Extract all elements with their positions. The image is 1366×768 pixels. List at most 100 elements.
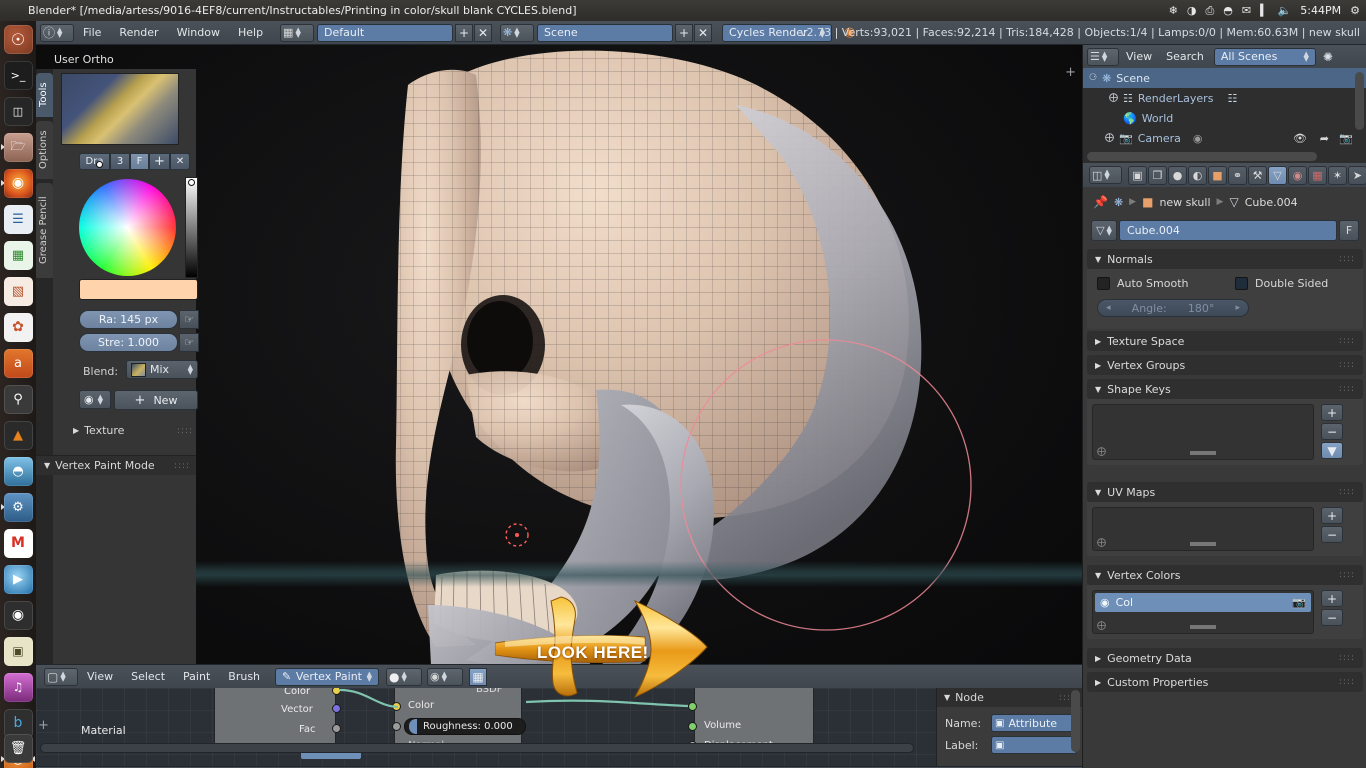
launcher-item-libreoffice-calc[interactable]: ▦ — [0, 237, 36, 273]
node-panel-header[interactable]: ▼ Node :::: — [937, 688, 1082, 707]
scene-type-icon[interactable]: ❋ ▲ ▼ — [500, 23, 535, 42]
list-resize-grip[interactable] — [1190, 542, 1216, 546]
list-resize-grip[interactable] — [1190, 625, 1216, 629]
face-select-mask-toggle[interactable]: ▦ — [469, 667, 488, 686]
screen-layout-field[interactable]: Default — [317, 23, 454, 42]
uv-maps-list[interactable]: ⨁ — [1092, 507, 1314, 551]
brush-fake-user-button[interactable]: F — [130, 153, 149, 170]
filter-icon[interactable]: ✺ — [1323, 50, 1333, 64]
panel-drag-handle[interactable]: :::: — [177, 426, 193, 436]
list-grip-plus-icon[interactable]: ⨁ — [1097, 447, 1106, 457]
pivot-point-selector[interactable]: ◉ ▲ ▼ — [427, 667, 464, 686]
menu-select[interactable]: Select — [122, 665, 174, 689]
list-resize-grip[interactable] — [1190, 451, 1216, 455]
mail-icon[interactable]: ✉ — [1242, 0, 1251, 21]
pin-icon[interactable]: 📌 — [1093, 195, 1108, 209]
tool-shelf-tab-options[interactable]: Options — [36, 121, 53, 179]
uv-map-remove-button[interactable]: − — [1321, 526, 1343, 543]
launcher-item-printer-3d[interactable]: ⚙ — [0, 489, 36, 525]
delete-screen-button[interactable]: ✕ — [474, 23, 493, 42]
socket-bsdf-roughness-in[interactable] — [392, 722, 401, 731]
brush-color-swatch[interactable] — [79, 279, 198, 300]
blend-mode-selector[interactable]: Mix ▲ ▼ — [126, 360, 198, 379]
viewport-toolbar-plus-icon[interactable]: + — [1065, 65, 1076, 80]
auto-smooth-row[interactable]: Auto Smooth — [1097, 277, 1188, 290]
shape-key-specials-button[interactable]: ▼ — [1321, 442, 1343, 459]
eye-icon[interactable]: 👁 — [1293, 132, 1307, 145]
color-value-slider[interactable] — [185, 177, 198, 278]
brush-strength-slider[interactable]: Stre: 1.000 — [79, 333, 178, 352]
panel-drag-handle[interactable]: :::: — [1339, 570, 1355, 580]
launcher-item-vlc[interactable]: ▲ — [0, 417, 36, 453]
outliner-row-world[interactable]: 🌎 World — [1083, 108, 1366, 128]
tool-shelf-tab-tools[interactable]: Tools — [36, 73, 53, 117]
launcher-item-meshlab[interactable]: ▣ — [0, 633, 36, 669]
vertex-color-remove-button[interactable]: − — [1321, 609, 1343, 626]
properties-tab-world[interactable]: ◐ — [1188, 165, 1207, 185]
section-header-shape-keys[interactable]: ▼ Shape Keys :::: — [1087, 379, 1363, 399]
properties-tab-object-data[interactable]: ▽ — [1268, 165, 1287, 185]
volume-icon[interactable]: 🔈 — [1278, 0, 1292, 21]
outliner-display-mode-selector[interactable]: All Scenes ▲ ▼ — [1213, 47, 1316, 66]
section-header-vertex-colors[interactable]: ▼ Vertex Colors :::: — [1087, 565, 1363, 585]
breadcrumb-object-label[interactable]: new skull — [1159, 196, 1210, 209]
delete-scene-button[interactable]: ✕ — [694, 23, 713, 42]
launcher-item-disk[interactable]: ◓ — [0, 453, 36, 489]
launcher-item-trash[interactable]: 🗑 — [0, 730, 36, 766]
vertex-color-row-col[interactable]: ◉ Col 📷 — [1095, 593, 1311, 612]
cursor-arrow-icon[interactable]: ➦ — [1320, 132, 1329, 145]
node-panel-scrollbar[interactable] — [1071, 690, 1080, 752]
texture-panel-header[interactable]: ▶ Texture :::: — [73, 421, 193, 440]
shape-key-add-button[interactable]: + — [1321, 404, 1343, 421]
texture-new-button[interactable]: + New — [114, 390, 198, 410]
strength-pressure-toggle[interactable]: ☞ — [179, 333, 199, 352]
node-editor-scrollbar[interactable] — [40, 743, 914, 753]
brush-users-button[interactable]: 3 — [110, 153, 130, 170]
panel-drag-handle[interactable]: :::: — [1339, 677, 1355, 687]
gear-icon[interactable]: ⚙ — [1350, 0, 1360, 21]
3d-viewport[interactable]: User Ortho (0) new skull + z y x Tools O… — [36, 45, 1082, 664]
panel-drag-handle[interactable]: :::: — [1339, 487, 1355, 497]
properties-tab-object[interactable]: ■ — [1208, 165, 1227, 185]
color-value-handle[interactable] — [188, 179, 195, 186]
menu-brush[interactable]: Brush — [219, 665, 269, 689]
keyboard-icon[interactable]: ⎙ — [1205, 0, 1214, 21]
menu-help[interactable]: Help — [229, 21, 272, 45]
render-camera-icon[interactable]: 📷 — [1339, 132, 1353, 145]
bluetooth-icon[interactable]: ◓ — [1223, 0, 1233, 21]
battery-icon[interactable]: ▍ — [1260, 0, 1268, 21]
auto-smooth-angle-slider[interactable]: ◂ Angle: 180° ▸ — [1097, 299, 1249, 317]
texture-datablock-selector[interactable]: ◉ ▲ ▼ — [79, 390, 111, 409]
launcher-item-usb-drive[interactable]: ⚲ — [0, 381, 36, 417]
color-wheel[interactable] — [79, 179, 176, 276]
socket-volume-in[interactable] — [688, 722, 697, 731]
double-sided-row[interactable]: Double Sided — [1235, 277, 1328, 290]
brush-name-button[interactable]: Dra — [79, 153, 110, 170]
launcher-item-libreoffice-impress[interactable]: ▧ — [0, 273, 36, 309]
menu-paint[interactable]: Paint — [174, 665, 219, 689]
tool-shelf-tab-grease-pencil[interactable]: Grease Pencil — [36, 183, 53, 278]
section-header-geometry-data[interactable]: ▶ Geometry Data :::: — [1087, 648, 1363, 668]
menu-window[interactable]: Window — [168, 21, 229, 45]
mesh-name-field[interactable]: Cube.004 — [1119, 220, 1337, 241]
outliner-vertical-scrollbar[interactable] — [1355, 72, 1364, 130]
expand-icon[interactable]: ⨁ — [1109, 93, 1118, 103]
menu-render[interactable]: Render — [110, 21, 167, 45]
collapse-icon[interactable]: ⚆ — [1089, 73, 1097, 83]
brush-new-button[interactable]: + — [149, 153, 170, 170]
launcher-item-libreoffice-writer[interactable]: ☰ — [0, 201, 36, 237]
node-material-output[interactable] — [694, 688, 814, 748]
properties-tab-particles[interactable]: ✶ — [1328, 165, 1347, 185]
launcher-item-ubuntu-dash[interactable]: ☉ — [0, 21, 36, 57]
outliner-menu-view[interactable]: View — [1119, 45, 1159, 69]
panel-drag-handle[interactable]: :::: — [174, 461, 190, 471]
panel-drag-handle[interactable]: :::: — [1339, 336, 1355, 346]
launcher-item-disc-burner[interactable]: ◉ — [0, 597, 36, 633]
panel-drag-handle[interactable]: :::: — [1339, 653, 1355, 663]
wifi-icon[interactable]: ◑ — [1187, 0, 1197, 21]
brush-radius-slider[interactable]: Ra: 145 px — [79, 310, 178, 329]
menu-file[interactable]: File — [74, 21, 110, 45]
color-wheel-cursor[interactable] — [96, 161, 103, 168]
properties-tab-render-layers[interactable]: ❐ — [1148, 165, 1167, 185]
brush-preview[interactable] — [61, 73, 179, 145]
